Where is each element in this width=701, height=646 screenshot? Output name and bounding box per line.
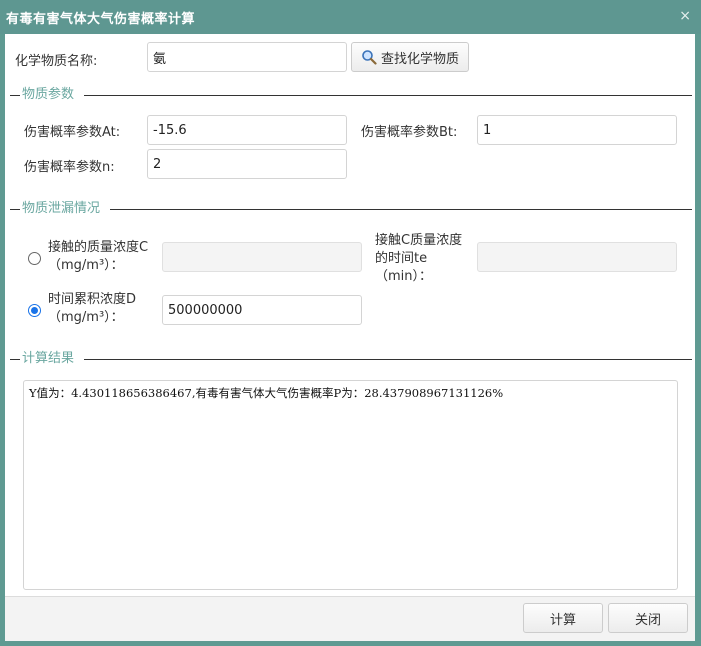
magnifier-icon — [362, 50, 377, 65]
concentration-c-input[interactable] — [162, 242, 362, 272]
n-label: 伤害概率参数n: — [24, 160, 115, 175]
chemical-name-input[interactable] — [147, 42, 347, 72]
bt-label: 伤害概率参数Bt: — [361, 125, 458, 140]
window-title: 有毒有害气体大气伤害概率计算 — [6, 12, 196, 27]
result-textarea[interactable]: Y值为：4.430118656386467,有毒有害气体大气伤害概率P为：28.… — [23, 380, 678, 590]
params-section-title: 物质参数 — [22, 87, 77, 103]
search-chemical-button[interactable]: 查找化学物质 — [351, 42, 469, 72]
n-input[interactable] — [147, 149, 347, 179]
title-bar[interactable]: 有毒有害气体大气伤害概率计算 × — [0, 0, 701, 34]
exposure-time-input[interactable] — [477, 242, 677, 272]
chemical-name-label: 化学物质名称: — [15, 54, 98, 69]
close-button[interactable]: 关闭 — [608, 603, 688, 633]
leak-section-title: 物质泄漏情况 — [22, 201, 103, 217]
dialog-window: 有毒有害气体大气伤害概率计算 × 化学物质名称: 查找化学物质 物质参数 伤害概… — [0, 0, 701, 646]
cumulative-d-input[interactable] — [162, 295, 362, 325]
result-section-title: 计算结果 — [22, 351, 77, 367]
close-icon[interactable]: × — [679, 7, 691, 25]
search-chemical-button-label: 查找化学物质 — [380, 51, 459, 67]
leak-section-header: 物质泄漏情况 — [10, 201, 692, 217]
params-section-header: 物质参数 — [10, 87, 692, 103]
result-section-header: 计算结果 — [10, 351, 692, 367]
at-input[interactable] — [147, 115, 347, 145]
cumulative-d-label: 时间累积浓度D （mg/m³）： — [48, 292, 137, 325]
radio-cumulative-d[interactable] — [28, 304, 41, 317]
dialog-footer: 计算 关闭 — [5, 596, 695, 641]
bt-input[interactable] — [477, 115, 677, 145]
calculate-button[interactable]: 计算 — [523, 603, 603, 633]
dialog-body: 化学物质名称: 查找化学物质 物质参数 伤害概率参数At: 伤害概率参数Bt: … — [5, 34, 695, 596]
radio-concentration-c[interactable] — [28, 252, 41, 265]
concentration-c-label: 接触的质量浓度C （mg/m³）： — [48, 240, 149, 273]
exposure-time-label: 接触C质量浓度 的时间te （min）： — [375, 233, 463, 284]
at-label: 伤害概率参数At: — [24, 125, 121, 140]
